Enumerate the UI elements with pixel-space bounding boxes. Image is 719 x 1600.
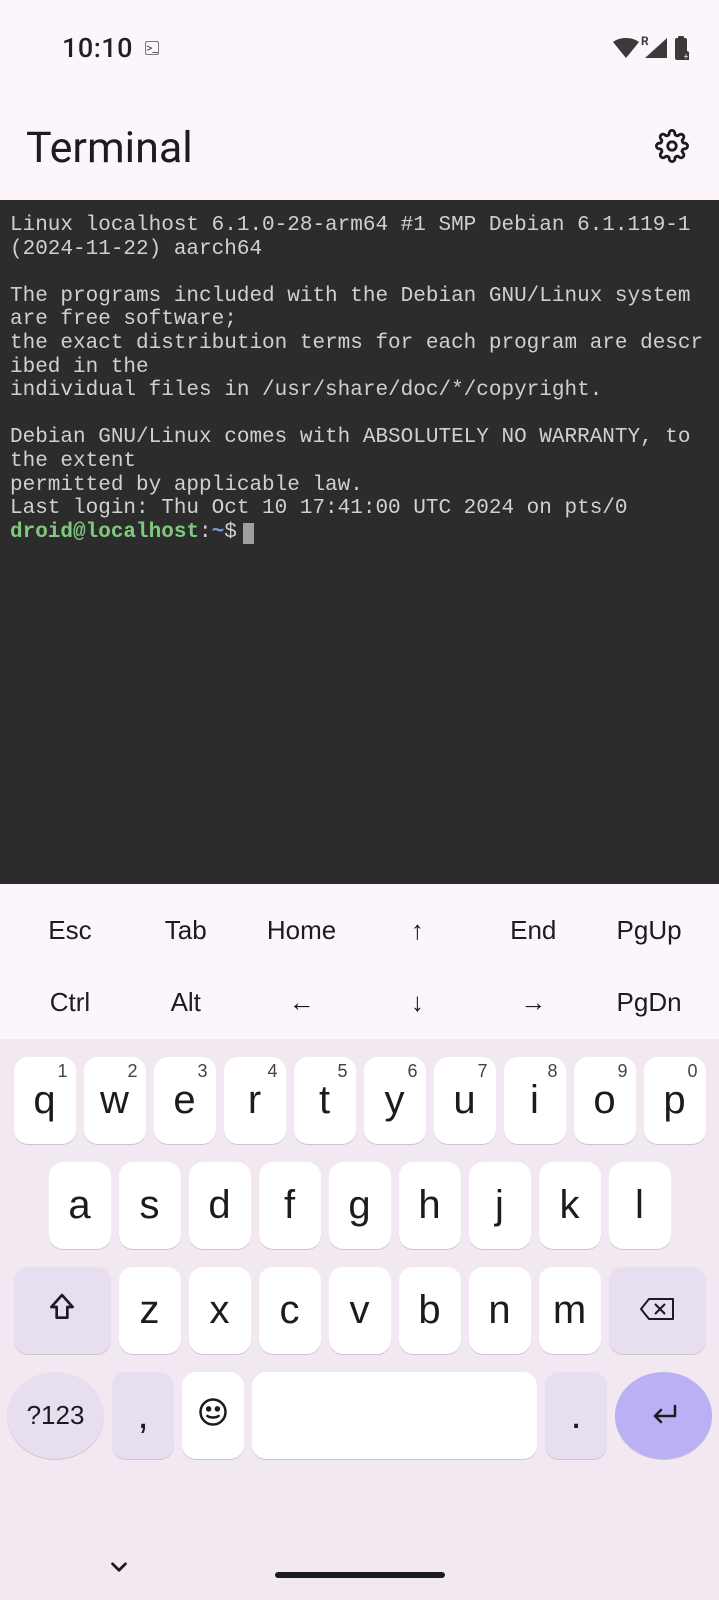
- signal-icon: R: [645, 38, 667, 58]
- space-key[interactable]: [252, 1372, 537, 1459]
- terminal-line: Linux localhost 6.1.0-28-arm64 #1 SMP De…: [10, 214, 703, 261]
- terminal-prompt: droid@localhost:~$: [10, 521, 254, 544]
- emoji-key[interactable]: [182, 1372, 244, 1459]
- key-p[interactable]: p0: [644, 1057, 706, 1144]
- shift-icon: [46, 1288, 78, 1333]
- pgdn-key[interactable]: PgDn: [591, 973, 707, 1033]
- emoji-icon: [198, 1397, 228, 1435]
- key-t[interactable]: t5: [294, 1057, 356, 1144]
- wifi-icon: [613, 38, 639, 58]
- backspace-key[interactable]: [609, 1267, 706, 1354]
- terminal-notification-icon: >_: [145, 41, 159, 55]
- key-alt-label: 1: [57, 1061, 67, 1082]
- key-x[interactable]: x: [189, 1267, 251, 1354]
- key-s[interactable]: s: [119, 1162, 181, 1249]
- down-key[interactable]: ↓: [360, 973, 476, 1033]
- tab-key[interactable]: Tab: [128, 900, 244, 960]
- key-alt-label: 3: [197, 1061, 207, 1082]
- key-j[interactable]: j: [469, 1162, 531, 1249]
- key-a[interactable]: a: [49, 1162, 111, 1249]
- key-i[interactable]: i8: [504, 1057, 566, 1144]
- key-alt-label: 0: [687, 1061, 697, 1082]
- terminal-line: Last login: Thu Oct 10 17:41:00 UTC 2024…: [10, 497, 628, 520]
- cursor: [243, 523, 254, 544]
- key-r[interactable]: r4: [224, 1057, 286, 1144]
- battery-icon: +: [673, 36, 689, 60]
- key-l[interactable]: l: [609, 1162, 671, 1249]
- enter-key[interactable]: [615, 1372, 712, 1459]
- key-u[interactable]: u7: [434, 1057, 496, 1144]
- key-alt-label: 9: [617, 1061, 627, 1082]
- right-key[interactable]: →: [475, 973, 591, 1033]
- terminal-line: individual files in /usr/share/doc/*/cop…: [10, 379, 602, 402]
- comma-key[interactable]: ,: [112, 1372, 174, 1459]
- key-c[interactable]: c: [259, 1267, 321, 1354]
- key-h[interactable]: h: [399, 1162, 461, 1249]
- key-z[interactable]: z: [119, 1267, 181, 1354]
- key-k[interactable]: k: [539, 1162, 601, 1249]
- key-b[interactable]: b: [399, 1267, 461, 1354]
- terminal-line: permitted by applicable law.: [10, 474, 363, 497]
- enter-icon: [647, 1397, 681, 1434]
- status-bar: 10:10 >_ R +: [0, 0, 719, 95]
- terminal-output[interactable]: Linux localhost 6.1.0-28-arm64 #1 SMP De…: [0, 200, 719, 884]
- up-key[interactable]: ↑: [360, 900, 476, 960]
- key-alt-label: 4: [267, 1061, 277, 1082]
- svg-text:+: +: [684, 52, 689, 60]
- shift-key[interactable]: [14, 1267, 111, 1354]
- keyboard-dismiss-button[interactable]: [106, 1554, 132, 1584]
- key-d[interactable]: d: [189, 1162, 251, 1249]
- gear-icon: [655, 151, 689, 166]
- numeric-key[interactable]: ?123: [7, 1372, 104, 1459]
- key-alt-label: 7: [477, 1061, 487, 1082]
- home-key[interactable]: Home: [244, 900, 360, 960]
- key-alt-label: 8: [547, 1061, 557, 1082]
- key-alt-label: 6: [407, 1061, 417, 1082]
- key-g[interactable]: g: [329, 1162, 391, 1249]
- terminal-line: The programs included with the Debian GN…: [10, 285, 703, 332]
- status-time: 10:10: [62, 32, 133, 64]
- soft-keyboard: q1w2e3r4t5y6u7i8o9p0 asdfghjkl zxcvbnm ?…: [0, 1039, 719, 1600]
- key-v[interactable]: v: [329, 1267, 391, 1354]
- key-y[interactable]: y6: [364, 1057, 426, 1144]
- system-nav-bar: [0, 1530, 719, 1600]
- key-alt-label: 5: [337, 1061, 347, 1082]
- key-f[interactable]: f: [259, 1162, 321, 1249]
- ctrl-key[interactable]: Ctrl: [12, 973, 128, 1033]
- key-n[interactable]: n: [469, 1267, 531, 1354]
- special-keys-bar: Esc Tab Home ↑ End PgUp Ctrl Alt ← ↓ → P…: [0, 884, 719, 1039]
- key-q[interactable]: q1: [14, 1057, 76, 1144]
- key-o[interactable]: o9: [574, 1057, 636, 1144]
- settings-button[interactable]: [655, 129, 689, 166]
- alt-key[interactable]: Alt: [128, 973, 244, 1033]
- end-key[interactable]: End: [475, 900, 591, 960]
- left-key[interactable]: ←: [244, 973, 360, 1033]
- terminal-line: Debian GNU/Linux comes with ABSOLUTELY N…: [10, 426, 703, 473]
- esc-key[interactable]: Esc: [12, 900, 128, 960]
- home-indicator[interactable]: [275, 1572, 445, 1578]
- backspace-icon: [639, 1288, 675, 1333]
- key-w[interactable]: w2: [84, 1057, 146, 1144]
- key-alt-label: 2: [127, 1061, 137, 1082]
- period-key[interactable]: .: [545, 1372, 607, 1459]
- page-title: Terminal: [26, 123, 193, 173]
- terminal-line: the exact distribution terms for each pr…: [10, 332, 703, 379]
- key-m[interactable]: m: [539, 1267, 601, 1354]
- app-header: Terminal: [0, 95, 719, 200]
- pgup-key[interactable]: PgUp: [591, 900, 707, 960]
- key-e[interactable]: e3: [154, 1057, 216, 1144]
